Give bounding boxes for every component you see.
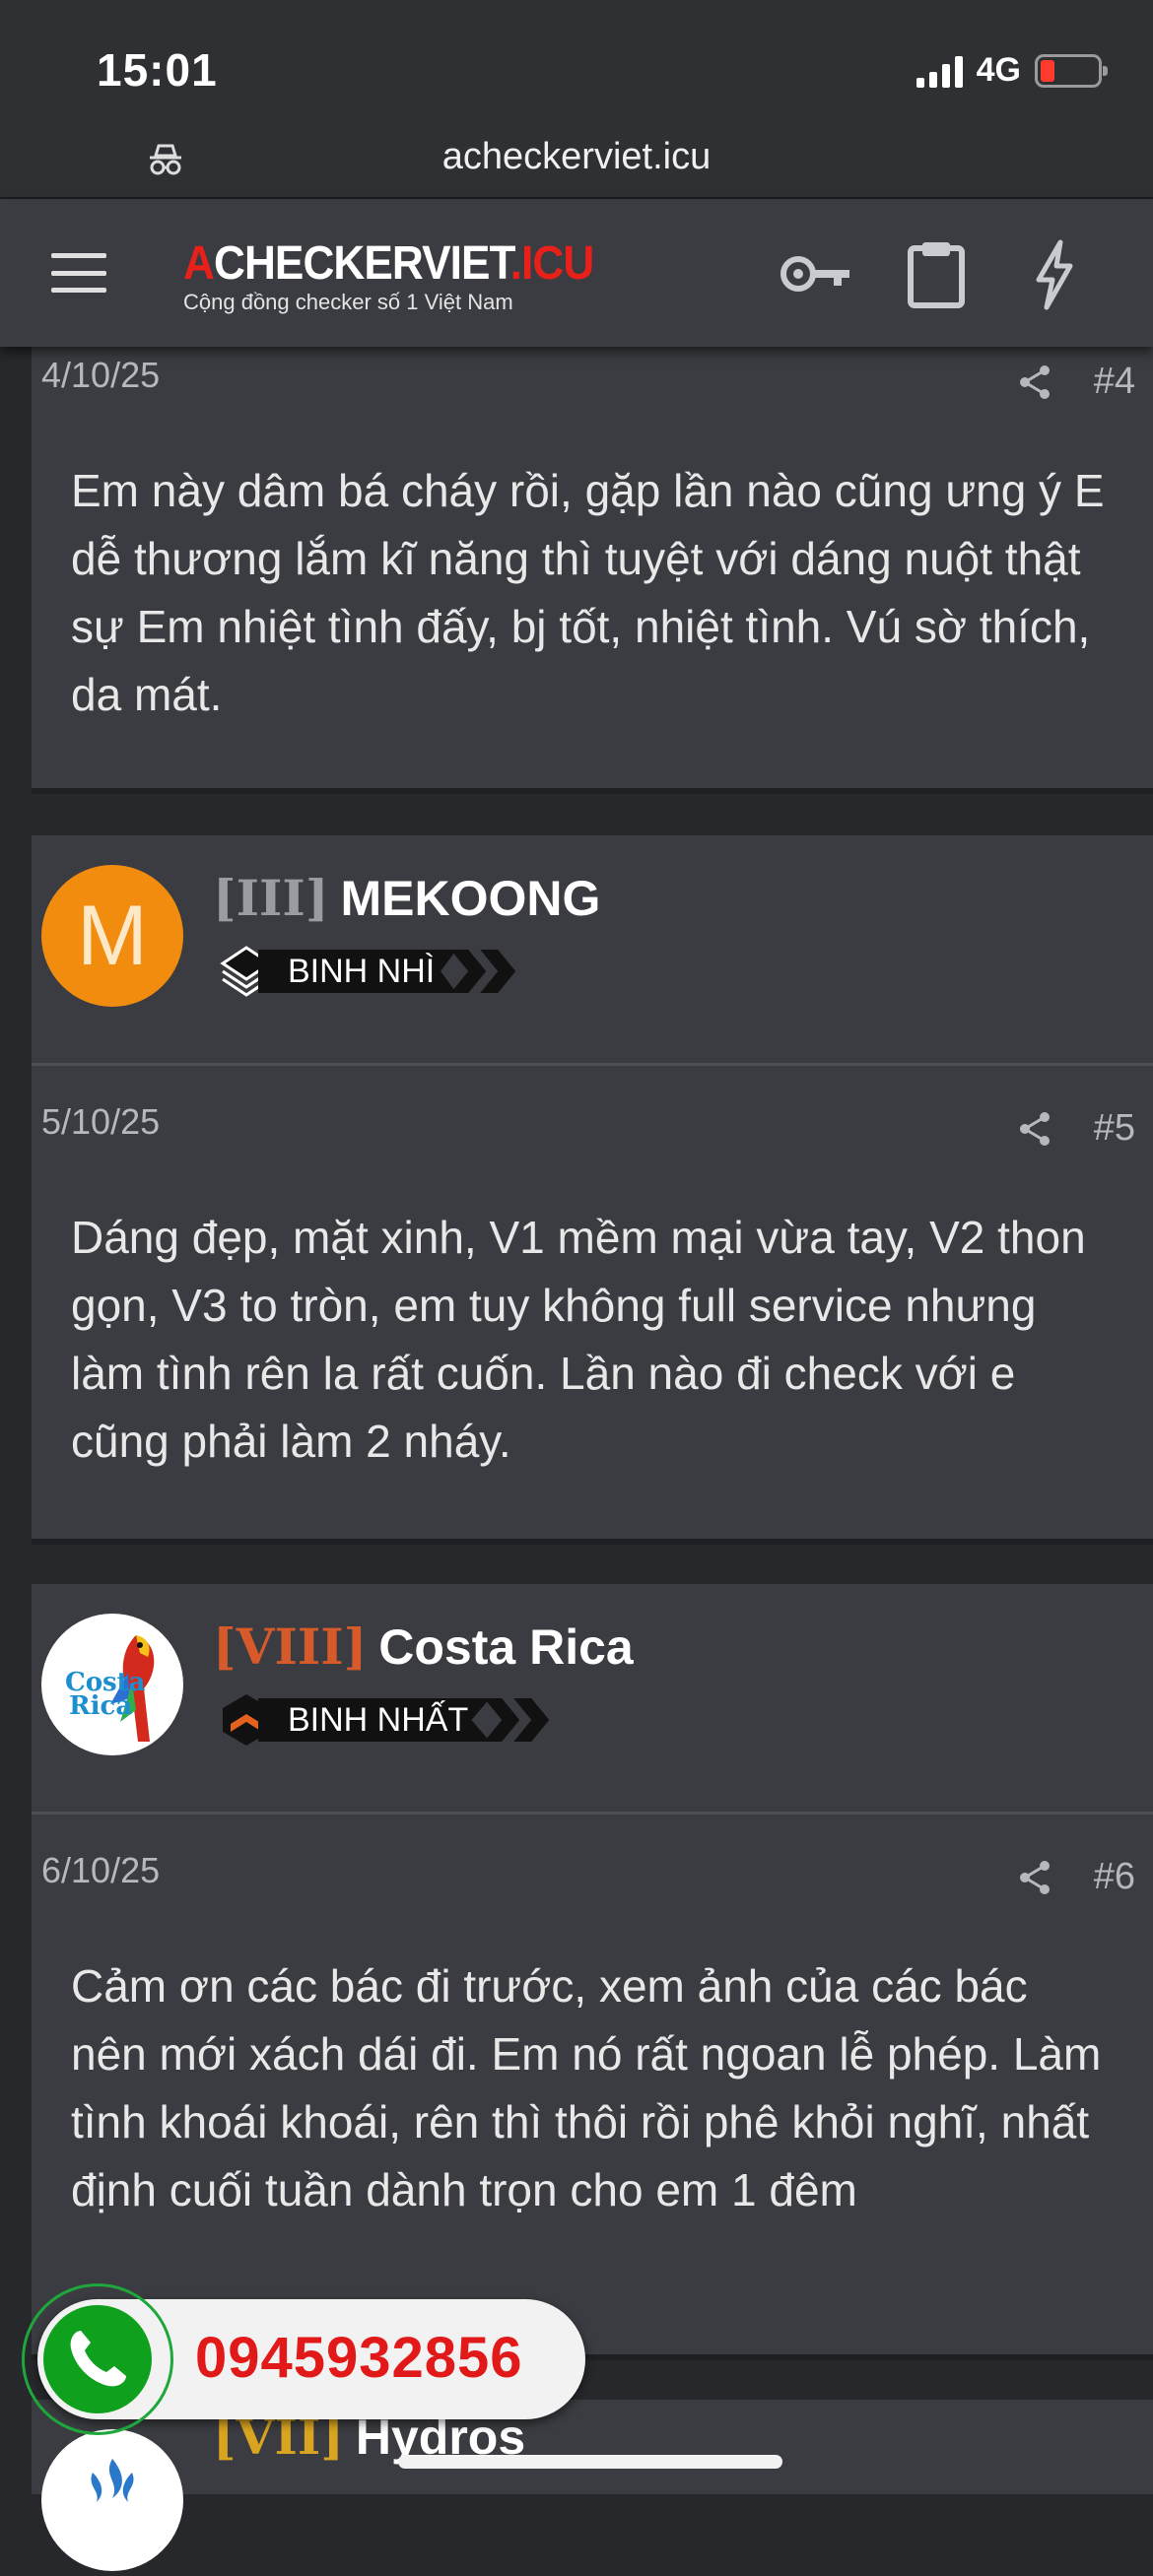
post-message: Dáng đẹp, mặt xinh, V1 mềm mại vừa tay, …: [71, 1212, 1086, 1467]
post-date: 5/10/25: [41, 1101, 161, 1142]
divider: [32, 788, 1153, 794]
flame-logo-icon: [91, 2459, 134, 2502]
browser-url-bar[interactable]: acheckerviet.icu: [0, 118, 1153, 199]
svg-text:Rica: Rica: [69, 1691, 132, 1721]
hotline-number[interactable]: 0945932856: [195, 2325, 523, 2391]
user-card: M [III] MEKOONG BINH NHÌ: [32, 835, 1153, 1066]
chevron-icon: [450, 950, 487, 993]
parrot-logo-icon: Costa Rica: [65, 1635, 155, 1742]
url-text[interactable]: acheckerviet.icu: [0, 136, 1153, 178]
menu-icon[interactable]: [51, 253, 106, 293]
key-icon[interactable]: [779, 236, 853, 311]
user-rank: [VIII]: [213, 1618, 368, 1676]
site-logo[interactable]: ACHECKERVIET.ICU Cộng đồng checker số 1 …: [183, 240, 630, 315]
status-icons: 4G: [916, 51, 1108, 90]
user-card: Costa Rica [VIII] Costa Rica BINH NHẤT: [32, 1584, 1153, 1815]
post-number[interactable]: #5: [1094, 1107, 1135, 1150]
status-bar: 15:01 4G: [0, 0, 1153, 118]
post-date: 4/10/25: [41, 355, 161, 395]
username[interactable]: [III] MEKOONG: [213, 869, 600, 927]
floating-call-button[interactable]: 0945932856: [22, 2283, 585, 2435]
share-icon[interactable]: [1015, 363, 1054, 402]
post-body-6: 6/10/25 #6 Cảm ơn các bác đi trước, xem …: [32, 1815, 1153, 2354]
share-icon[interactable]: [1015, 1109, 1054, 1149]
user-rank: [III]: [213, 869, 329, 927]
avatar[interactable]: [41, 2429, 183, 2571]
clipboard-icon[interactable]: [899, 236, 974, 311]
post-date: 6/10/25: [41, 1850, 161, 1890]
chevron-icon: [484, 1698, 520, 1742]
network-type: 4G: [976, 51, 1021, 89]
badge-label: BINH NHẤT: [258, 1698, 491, 1742]
badge-label: BINH NHÌ: [258, 950, 457, 993]
post-body-5: 5/10/25 #5 Dáng đẹp, mặt xinh, V1 mềm mạ…: [32, 1066, 1153, 1539]
post-number[interactable]: #6: [1094, 1856, 1135, 1898]
phone-icon[interactable]: [43, 2305, 152, 2413]
home-indicator[interactable]: [398, 2455, 782, 2469]
share-icon[interactable]: [1015, 1858, 1054, 1897]
username[interactable]: [VIII] Costa Rica: [213, 1618, 634, 1676]
site-tagline: Cộng đồng checker số 1 Việt Nam: [183, 290, 513, 314]
post-number[interactable]: #4: [1094, 361, 1135, 403]
status-time: 15:01: [97, 44, 218, 96]
avatar[interactable]: M: [41, 865, 183, 1007]
divider: [32, 1539, 1153, 1545]
cellular-signal-icon: [916, 54, 963, 88]
lightning-icon[interactable]: [1017, 236, 1092, 311]
site-header: ACHECKERVIET.ICU Cộng đồng checker số 1 …: [0, 199, 1153, 347]
user-title-badge: BINH NHÌ: [217, 942, 516, 1001]
user-title-badge: BINH NHẤT: [217, 1690, 550, 1750]
avatar[interactable]: Costa Rica: [41, 1614, 183, 1755]
battery-icon: [1035, 53, 1108, 88]
post-message: Em này dâm bá cháy rồi, gặp lần nào cũng…: [71, 465, 1105, 720]
post-body-4: 4/10/25 #4 Em này dâm bá cháy rồi, gặp l…: [32, 347, 1153, 788]
post-message: Cảm ơn các bác đi trước, xem ảnh của các…: [71, 1960, 1102, 2215]
